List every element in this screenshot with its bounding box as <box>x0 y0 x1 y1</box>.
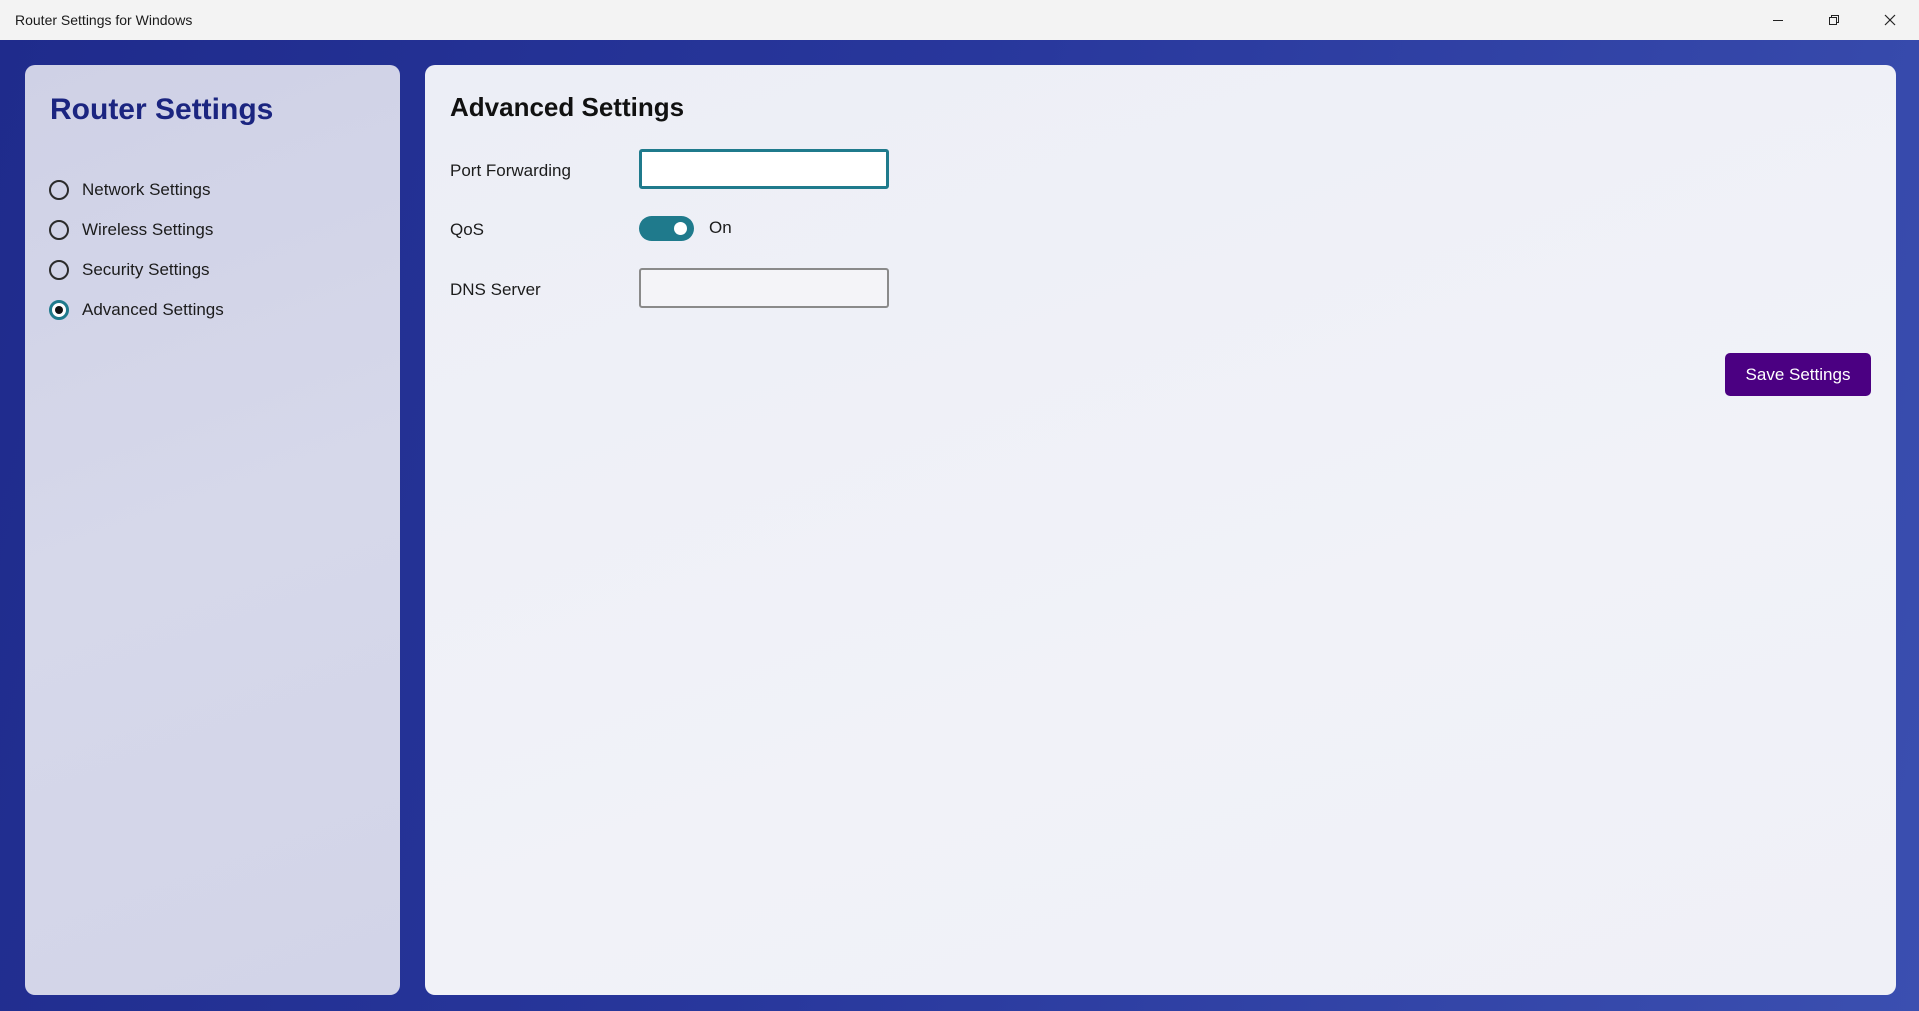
close-button[interactable] <box>1862 0 1918 40</box>
sidebar-item-wireless-settings[interactable]: Wireless Settings <box>49 215 213 245</box>
qos-label: QoS <box>450 220 485 239</box>
sidebar-item-label: Advanced Settings <box>82 300 224 319</box>
restore-button[interactable] <box>1806 0 1862 40</box>
radio-button[interactable] <box>49 260 69 280</box>
radio-button[interactable] <box>49 220 69 240</box>
radio-button-selected[interactable] <box>49 300 69 320</box>
restore-icon <box>1829 15 1839 25</box>
close-icon <box>1884 14 1896 26</box>
sidebar-item-security-settings[interactable]: Security Settings <box>49 255 210 285</box>
qos-state-text: On <box>709 218 732 237</box>
sidebar-item-label: Security Settings <box>82 260 210 279</box>
port-forwarding-label: Port Forwarding <box>450 161 571 180</box>
main-panel: Advanced Settings Port Forwarding QoS On… <box>425 65 1896 995</box>
dns-server-input[interactable] <box>639 268 889 308</box>
sidebar-title: Router Settings <box>50 93 274 126</box>
window-title: Router Settings for Windows <box>15 12 193 28</box>
title-bar: Router Settings for Windows <box>0 0 1919 40</box>
sidebar-item-network-settings[interactable]: Network Settings <box>49 175 211 205</box>
qos-toggle[interactable] <box>639 216 694 241</box>
radio-button[interactable] <box>49 180 69 200</box>
port-forwarding-input[interactable] <box>639 149 889 189</box>
minimize-icon <box>1773 20 1783 21</box>
sidebar: Router Settings Network Settings Wireles… <box>25 65 400 995</box>
sidebar-item-advanced-settings[interactable]: Advanced Settings <box>49 295 224 325</box>
toggle-knob <box>674 222 687 235</box>
app-window: Router Settings for Windows Router Setti… <box>0 0 1919 1011</box>
sidebar-item-label: Network Settings <box>82 180 211 199</box>
dns-server-label: DNS Server <box>450 280 541 299</box>
page-title: Advanced Settings <box>450 92 685 122</box>
save-settings-button[interactable]: Save Settings <box>1725 353 1871 396</box>
minimize-button[interactable] <box>1750 0 1806 40</box>
sidebar-item-label: Wireless Settings <box>82 220 214 239</box>
